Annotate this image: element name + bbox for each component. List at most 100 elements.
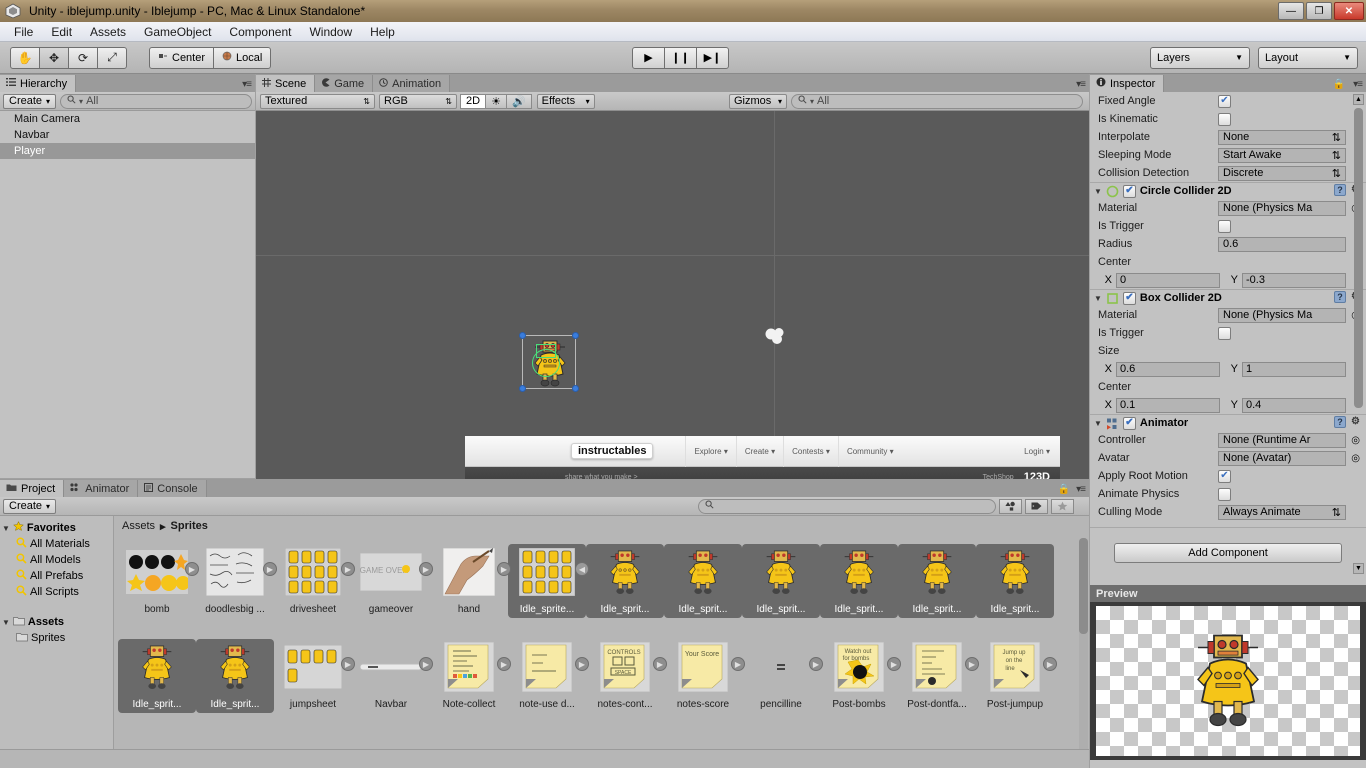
asset-item-idle-frame-3[interactable]: Idle_sprit... xyxy=(742,542,820,637)
rotate-tool-button[interactable]: ⟳ xyxy=(68,47,98,69)
scroll-up-arrow-icon[interactable]: ▲ xyxy=(1353,94,1364,105)
expand-asset-icon[interactable]: ▶ xyxy=(965,657,979,671)
asset-item-idle-sheet[interactable]: ◀ Idle_sprite... xyxy=(508,542,586,637)
tab-scene[interactable]: Scene xyxy=(256,75,315,92)
inspector-row-controller[interactable]: Controller None (Runtime Ar ◎ xyxy=(1090,431,1366,449)
menu-assets[interactable]: Assets xyxy=(82,23,134,41)
circle-is-trigger-checkbox[interactable] xyxy=(1218,220,1231,233)
pause-button[interactable]: ❙❙ xyxy=(664,47,697,69)
tree-item-favorites[interactable]: ▼ Favorites xyxy=(0,520,113,536)
inspector-row-box-size-xy[interactable]: X 0.6 Y 1 xyxy=(1090,360,1366,378)
asset-item-notes-score[interactable]: Your Score ▶ notes-score xyxy=(664,637,742,732)
asset-item-post-bombs[interactable]: Watch out for bombs ▶ Post-bombs xyxy=(820,637,898,732)
sleeping-mode-dropdown[interactable]: Start Awake⇅ xyxy=(1218,148,1346,163)
foldout-arrow-icon[interactable]: ▼ xyxy=(1094,294,1102,303)
minimize-button[interactable]: — xyxy=(1278,2,1304,20)
move-tool-button[interactable]: ✥ xyxy=(39,47,69,69)
navbar-link-create[interactable]: Create ▾ xyxy=(736,436,783,467)
foldout-arrow-icon[interactable]: ▼ xyxy=(1094,419,1102,428)
inspector-scroll-thumb[interactable] xyxy=(1354,108,1363,408)
close-button[interactable]: ✕ xyxy=(1334,2,1364,20)
layers-dropdown[interactable]: Layers ▼ xyxy=(1150,47,1250,69)
inspector-row-collision-detection[interactable]: Collision Detection Discrete⇅ xyxy=(1090,164,1366,182)
pivot-mode-button[interactable]: Center xyxy=(149,47,214,69)
tree-item-assets[interactable]: ▼ Assets xyxy=(0,614,113,630)
circle-center-y-input[interactable]: -0.3 xyxy=(1242,273,1346,288)
hierarchy-item-player[interactable]: Player xyxy=(0,143,255,159)
inspector-row-circle-radius[interactable]: Radius 0.6 xyxy=(1090,235,1366,253)
scene-lighting-toggle[interactable]: ☀ xyxy=(485,94,507,109)
tab-animator[interactable]: Animator xyxy=(64,480,138,497)
main-camera-gizmo[interactable] xyxy=(764,326,788,349)
inspector-row-fixed-angle[interactable]: Fixed Angle xyxy=(1090,92,1366,110)
step-button[interactable]: ▶❙ xyxy=(696,47,729,69)
inspector-row-circle-center-xy[interactable]: X 0 Y -0.3 xyxy=(1090,271,1366,289)
asset-item-idle-frame-7[interactable]: Idle_sprit... xyxy=(118,637,196,732)
expand-asset-icon[interactable]: ▶ xyxy=(419,657,433,671)
menu-edit[interactable]: Edit xyxy=(43,23,80,41)
inspector-row-box-is-trigger[interactable]: Is Trigger xyxy=(1090,324,1366,342)
foldout-arrow-icon[interactable]: ▼ xyxy=(1094,187,1102,196)
expand-asset-icon[interactable]: ▶ xyxy=(341,562,355,576)
scene-colormode-dropdown[interactable]: RGB ⇅ xyxy=(379,94,457,109)
asset-item-doodlesbig[interactable]: ▶ doodlesbig ... xyxy=(196,542,274,637)
fixed-angle-checkbox[interactable] xyxy=(1218,95,1231,108)
breadcrumb-sprites[interactable]: Sprites xyxy=(171,520,208,532)
expand-asset-icon[interactable]: ▶ xyxy=(419,562,433,576)
expand-asset-icon[interactable]: ▶ xyxy=(731,657,745,671)
navbar-link-explore[interactable]: Explore ▾ xyxy=(685,436,735,467)
selection-handle-bl[interactable] xyxy=(519,385,526,392)
asset-item-jumpsheet[interactable]: ▶ jumpsheet xyxy=(274,637,352,732)
avatar-object-field[interactable]: None (Avatar) xyxy=(1218,451,1346,466)
tab-inspector[interactable]: Inspector xyxy=(1090,75,1164,92)
asset-item-post-dontfall[interactable]: ▶ Post-dontfa... xyxy=(898,637,976,732)
tree-item-all-prefabs[interactable]: All Prefabs xyxy=(0,568,113,584)
asset-item-hand[interactable]: ▶ hand xyxy=(430,542,508,637)
type-filter-button[interactable] xyxy=(999,499,1022,514)
inspector-scrollbar[interactable]: ▲ ▼ xyxy=(1353,94,1364,574)
box-material-object-field[interactable]: None (Physics Ma xyxy=(1218,308,1346,323)
is-kinematic-checkbox[interactable] xyxy=(1218,113,1231,126)
menu-help[interactable]: Help xyxy=(362,23,403,41)
tab-console[interactable]: Console xyxy=(138,480,206,497)
inspector-row-avatar[interactable]: Avatar None (Avatar) ◎ xyxy=(1090,449,1366,467)
project-tab-menu-icon[interactable]: ▾≡ xyxy=(1076,484,1085,495)
navbar-login-link[interactable]: Login ▾ xyxy=(1024,447,1060,456)
asset-item-drivesheet[interactable]: ▶ drivesheet xyxy=(274,542,352,637)
animate-physics-checkbox[interactable] xyxy=(1218,488,1231,501)
expand-asset-icon[interactable]: ▶ xyxy=(887,657,901,671)
asset-item-idle-frame-4[interactable]: Idle_sprit... xyxy=(820,542,898,637)
foldout-arrow-icon[interactable]: ▼ xyxy=(2,524,10,533)
animator-enabled-checkbox[interactable] xyxy=(1123,417,1136,430)
preview-body[interactable] xyxy=(1090,602,1366,760)
expand-asset-icon[interactable]: ▶ xyxy=(341,657,355,671)
collapse-asset-icon[interactable]: ◀ xyxy=(575,562,589,576)
tree-item-all-materials[interactable]: All Materials xyxy=(0,536,113,552)
expand-asset-icon[interactable]: ▶ xyxy=(263,562,277,576)
collision-detection-dropdown[interactable]: Discrete⇅ xyxy=(1218,166,1346,181)
scroll-down-arrow-icon[interactable]: ▼ xyxy=(1353,563,1364,574)
circle-radius-input[interactable]: 0.6 xyxy=(1218,237,1346,252)
breadcrumb-assets[interactable]: Assets xyxy=(122,520,155,532)
box-center-y-input[interactable]: 0.4 xyxy=(1242,398,1346,413)
project-search-input[interactable] xyxy=(698,499,996,514)
asset-item-idle-frame-6[interactable]: Idle_sprit... xyxy=(976,542,1054,637)
controller-object-field[interactable]: None (Runtime Ar xyxy=(1218,433,1346,448)
hierarchy-tab-menu-icon[interactable]: ▾≡ xyxy=(242,79,251,90)
asset-item-navbar[interactable]: ▶ Navbar xyxy=(352,637,430,732)
box-size-x-input[interactable]: 0.6 xyxy=(1116,362,1220,377)
menu-file[interactable]: File xyxy=(6,23,41,41)
foldout-arrow-icon[interactable]: ▼ xyxy=(2,618,10,627)
label-filter-button[interactable] xyxy=(1025,499,1048,514)
scene-gizmos-dropdown[interactable]: Gizmos ▾ xyxy=(729,94,787,109)
menu-component[interactable]: Component xyxy=(221,23,299,41)
inspector-row-circle-is-trigger[interactable]: Is Trigger xyxy=(1090,217,1366,235)
box-collider-enabled-checkbox[interactable] xyxy=(1123,292,1136,305)
expand-asset-icon[interactable]: ▶ xyxy=(185,562,199,576)
inspector-row-box-material[interactable]: Material None (Physics Ma ◎ xyxy=(1090,306,1366,324)
selection-handle-tr[interactable] xyxy=(572,332,579,339)
hierarchy-item-main-camera[interactable]: Main Camera xyxy=(0,111,255,127)
expand-asset-icon[interactable]: ▶ xyxy=(575,657,589,671)
tab-project[interactable]: Project xyxy=(0,480,64,497)
layout-dropdown[interactable]: Layout ▼ xyxy=(1258,47,1358,69)
